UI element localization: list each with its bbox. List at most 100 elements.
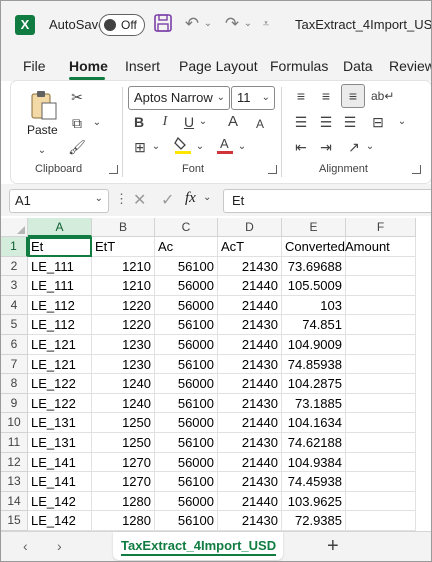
column-header-a[interactable]: A xyxy=(28,218,92,237)
cell-f7[interactable] xyxy=(346,354,416,375)
sheet-tab-active[interactable]: TaxExtract_4Import_USD xyxy=(113,532,283,560)
formula-input[interactable]: Et xyxy=(223,189,431,213)
previous-sheet-icon[interactable]: ‹ xyxy=(23,538,28,554)
cell-b13[interactable]: 1270 xyxy=(92,472,155,492)
bold-button[interactable]: B xyxy=(131,112,147,132)
cell-d5[interactable]: 21430 xyxy=(218,315,282,335)
align-center-icon[interactable]: ☰ xyxy=(317,112,335,132)
borders-icon[interactable]: ⊞ xyxy=(131,137,149,157)
cell-b11[interactable]: 1250 xyxy=(92,433,155,453)
cell-e14[interactable]: 103.9625 xyxy=(282,491,346,512)
cell-b4[interactable]: 1220 xyxy=(92,295,155,316)
row-header[interactable]: 7 xyxy=(1,354,28,375)
cell-d13[interactable]: 21430 xyxy=(218,472,282,492)
paste-icon[interactable] xyxy=(29,89,59,120)
increase-font-size-button[interactable]: A xyxy=(223,112,243,132)
align-middle-icon[interactable]: ≡ xyxy=(317,86,335,106)
underline-button[interactable]: U xyxy=(181,112,197,132)
cell-a13[interactable]: LE_141 xyxy=(28,472,92,492)
cell-e6[interactable]: 104.9009 xyxy=(282,335,346,355)
cell-a11[interactable]: LE_131 xyxy=(28,433,92,453)
font-name-select[interactable]: Aptos Narrow ⌄ xyxy=(128,86,230,110)
cell-a12[interactable]: LE_141 xyxy=(28,452,92,473)
cell-e15[interactable]: 72.9385 xyxy=(282,511,346,531)
row-header[interactable]: 10 xyxy=(1,413,28,433)
cell-d4[interactable]: 21440 xyxy=(218,295,282,316)
cell-c5[interactable]: 56100 xyxy=(155,315,218,335)
format-painter-icon[interactable]: 🖌 xyxy=(67,137,87,157)
cell-d15[interactable]: 21430 xyxy=(218,511,282,531)
column-header-c[interactable]: C xyxy=(155,218,218,237)
merge-dropdown-icon[interactable]: ⌄ xyxy=(397,112,407,132)
cell-d9[interactable]: 21430 xyxy=(218,393,282,414)
cell-d8[interactable]: 21440 xyxy=(218,374,282,394)
column-header-e[interactable]: E xyxy=(282,218,346,237)
cell-d10[interactable]: 21440 xyxy=(218,413,282,433)
cell-a4[interactable]: LE_112 xyxy=(28,295,92,316)
cell-d14[interactable]: 21440 xyxy=(218,491,282,512)
fill-color-icon[interactable] xyxy=(173,135,193,160)
cell-a14[interactable]: LE_142 xyxy=(28,491,92,512)
cell-b15[interactable]: 1280 xyxy=(92,511,155,531)
cell-c2[interactable]: 56100 xyxy=(155,256,218,277)
cell-c6[interactable]: 56000 xyxy=(155,335,218,355)
font-color-icon[interactable]: A xyxy=(215,135,235,160)
cell-a6[interactable]: LE_121 xyxy=(28,335,92,355)
row-header[interactable]: 14 xyxy=(1,491,28,512)
cell-a5[interactable]: LE_112 xyxy=(28,315,92,335)
next-sheet-icon[interactable]: › xyxy=(57,538,62,554)
tab-page-layout[interactable]: Page Layout xyxy=(179,58,258,74)
cell-b12[interactable]: 1270 xyxy=(92,452,155,473)
cell-b3[interactable]: 1210 xyxy=(92,276,155,296)
cell-f2[interactable] xyxy=(346,256,416,277)
cell-f12[interactable] xyxy=(346,452,416,473)
cell-c12[interactable]: 56000 xyxy=(155,452,218,473)
orientation-icon[interactable]: ↗ xyxy=(345,137,363,157)
cell-c13[interactable]: 56100 xyxy=(155,472,218,492)
decrease-font-size-button[interactable]: A xyxy=(251,114,269,134)
select-all-button[interactable] xyxy=(1,218,28,237)
italic-button[interactable]: I xyxy=(157,112,173,132)
cell-f10[interactable] xyxy=(346,413,416,433)
cell-d11[interactable]: 21430 xyxy=(218,433,282,453)
cell-c8[interactable]: 56000 xyxy=(155,374,218,394)
row-header[interactable]: 3 xyxy=(1,276,28,296)
autosave-toggle[interactable]: Off xyxy=(99,14,145,36)
cell-e10[interactable]: 104.1634 xyxy=(282,413,346,433)
cell-d2[interactable]: 21430 xyxy=(218,256,282,277)
tab-data[interactable]: Data xyxy=(343,58,373,74)
cell-f9[interactable] xyxy=(346,393,416,414)
cell-b2[interactable]: 1210 xyxy=(92,256,155,277)
row-header[interactable]: 11 xyxy=(1,433,28,453)
borders-dropdown-icon[interactable]: ⌄ xyxy=(151,137,161,157)
cell-e5[interactable]: 74.851 xyxy=(282,315,346,335)
more-options-icon[interactable]: ⋮ xyxy=(115,191,128,207)
customize-quick-access-icon[interactable]: ⩡ xyxy=(259,13,273,35)
cell-b7[interactable]: 1230 xyxy=(92,354,155,375)
cell-a9[interactable]: LE_122 xyxy=(28,393,92,414)
row-header[interactable]: 2 xyxy=(1,256,28,277)
cell-e7[interactable]: 74.85938 xyxy=(282,354,346,375)
cell-a7[interactable]: LE_121 xyxy=(28,354,92,375)
cell-f4[interactable] xyxy=(346,295,416,316)
chevron-down-icon[interactable]: ⌄ xyxy=(203,192,211,203)
column-header-d[interactable]: D xyxy=(218,218,282,237)
column-header-f[interactable]: F xyxy=(346,218,416,237)
row-header[interactable]: 6 xyxy=(1,335,28,355)
align-top-icon[interactable]: ≡ xyxy=(292,86,310,106)
row-header[interactable]: 8 xyxy=(1,374,28,394)
cell-e2[interactable]: 73.69688 xyxy=(282,256,346,277)
cell-c14[interactable]: 56000 xyxy=(155,491,218,512)
cell-f6[interactable] xyxy=(346,335,416,355)
merge-center-icon[interactable]: ⊟ xyxy=(368,112,388,132)
decrease-indent-icon[interactable]: ⇤ xyxy=(292,137,310,157)
cell-e8[interactable]: 104.2875 xyxy=(282,374,346,394)
cell-c3[interactable]: 56000 xyxy=(155,276,218,296)
cell-a1[interactable]: Et xyxy=(28,237,92,257)
add-sheet-icon[interactable]: + xyxy=(327,535,339,558)
enter-icon[interactable]: ✓ xyxy=(161,190,174,210)
tab-home[interactable]: Home xyxy=(69,58,108,74)
row-header[interactable]: 1 xyxy=(1,237,28,257)
cell-c15[interactable]: 56100 xyxy=(155,511,218,531)
underline-dropdown-icon[interactable]: ⌄ xyxy=(198,112,208,132)
